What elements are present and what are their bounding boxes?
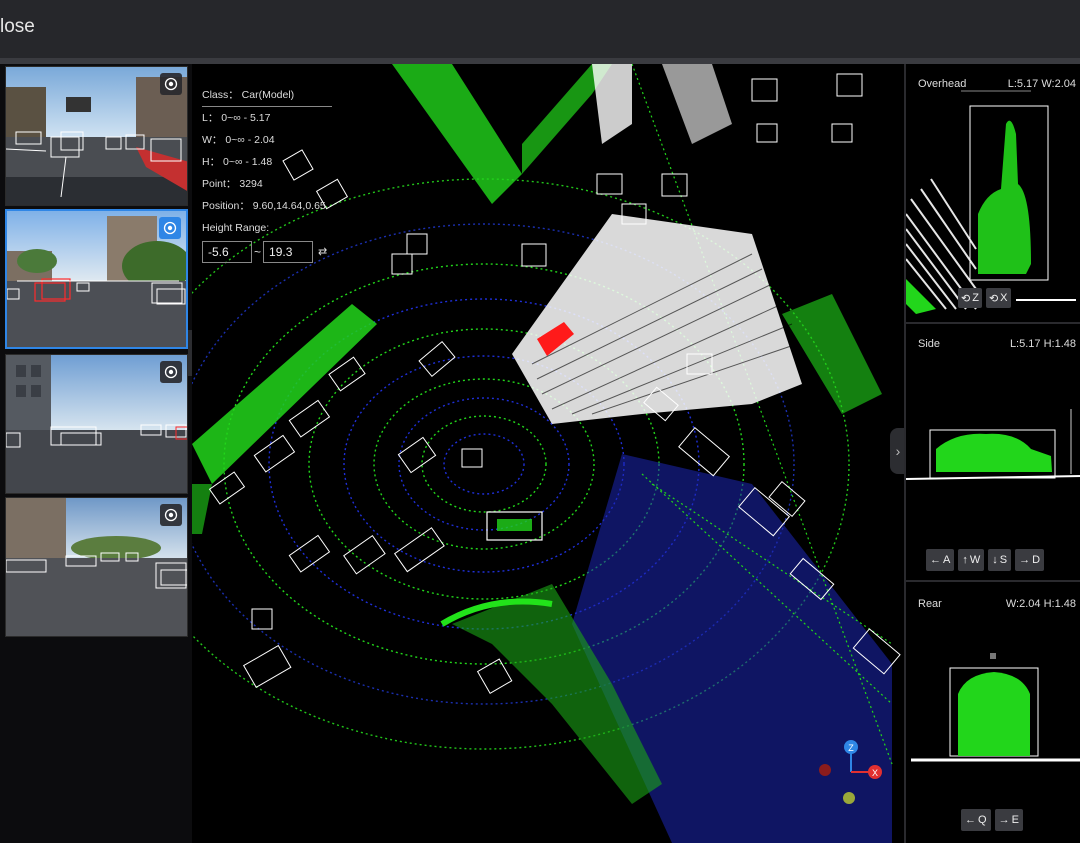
arrow-left-icon: ←	[930, 554, 941, 566]
object-class: Class： Car(Model)	[202, 84, 332, 107]
eye-icon	[163, 221, 177, 235]
height-max-input[interactable]: 19.3	[263, 241, 314, 263]
object-position: Position： 9.60,14.64,0.65	[202, 200, 326, 212]
move-down-button[interactable]: ↓ S	[988, 549, 1012, 571]
arrow-right-icon: →	[998, 814, 1010, 826]
camera-thumbnail-side[interactable]	[5, 497, 188, 637]
object-width: W： 0~∞ - 2.04	[202, 134, 275, 146]
chevron-right-icon: ›	[895, 443, 901, 459]
ortho-views-panel: Overhead L:5.17 W:2.04 ⟲ Z ⟲ X Side L:5.17…	[904, 64, 1080, 843]
camera-toggle-side[interactable]	[160, 504, 182, 526]
axis-neg-x-handle[interactable]	[819, 764, 831, 776]
side-view[interactable]: Side L:5.17 H:1.48 ← A ↑ W ↓ S → D	[906, 324, 1080, 592]
overhead-view[interactable]: Overhead L:5.17 W:2.04 ⟲ Z ⟲ X	[906, 64, 1080, 322]
eye-icon	[164, 365, 178, 379]
window-title: lose	[0, 16, 35, 37]
rear-view[interactable]: Rear W:2.04 H:1.48 ← Q → E	[906, 584, 1080, 843]
camera-thumbnail-front-left[interactable]	[5, 209, 188, 349]
object-point-count: Point： 3294	[202, 178, 263, 190]
object-height: H： 0~∞ - 1.48	[202, 156, 273, 168]
camera-toggle-front-left[interactable]	[159, 217, 181, 239]
move-up-button[interactable]: ↑ W	[958, 549, 985, 571]
swap-icon[interactable]: ⇄	[318, 241, 327, 263]
camera-thumbnail-front-right[interactable]	[5, 354, 188, 494]
rotate-x-button[interactable]: ⟲ X	[985, 288, 1011, 308]
rotate-right-button[interactable]: → E	[994, 809, 1023, 831]
axis-z-label: Z	[848, 743, 854, 753]
camera-sidebar	[0, 64, 192, 843]
rotate-z-button[interactable]: ⟲ Z	[958, 288, 982, 308]
height-range-separator: ~	[254, 245, 262, 259]
axis-x-label: X	[872, 768, 878, 778]
rear-render	[911, 653, 1080, 762]
eye-icon	[164, 508, 178, 522]
panel-divider	[906, 580, 1080, 582]
rotate-icon: ⟲	[988, 292, 999, 305]
move-left-button[interactable]: ← A	[926, 549, 955, 571]
eye-icon	[164, 77, 178, 91]
camera-toggle-front[interactable]	[160, 73, 182, 95]
arrow-left-icon: ←	[965, 814, 976, 826]
object-length: L： 0~∞ - 5.17	[202, 112, 271, 124]
height-min-input[interactable]: -5.6	[202, 241, 252, 263]
camera-thumbnail-front[interactable]	[5, 66, 188, 206]
arrow-right-icon: →	[1019, 554, 1031, 566]
camera-toggle-front-right[interactable]	[160, 361, 182, 383]
object-info-panel: Class： Car(Model) L： 0~∞ - 5.17 W： 0~∞ -…	[202, 84, 332, 263]
arrow-down-icon: ↓	[992, 554, 998, 566]
axis-y-handle[interactable]	[843, 792, 855, 804]
rotate-left-button[interactable]: ← Q	[961, 809, 991, 831]
overhead-render	[906, 90, 1076, 314]
arrow-up-icon: ↑	[962, 554, 968, 566]
move-right-button[interactable]: → D	[1015, 549, 1045, 571]
height-range-label: Height Range:	[202, 222, 270, 234]
point-cloud-viewport[interactable]: Z X Class： Car(Model) L： 0~∞ - 5.17 W： 0…	[192, 64, 902, 843]
height-range-controls: -5.6 ~ 19.3 ⇄	[202, 241, 332, 263]
window-titlebar: lose	[0, 0, 1080, 58]
rotate-icon: ⟲	[961, 292, 971, 305]
